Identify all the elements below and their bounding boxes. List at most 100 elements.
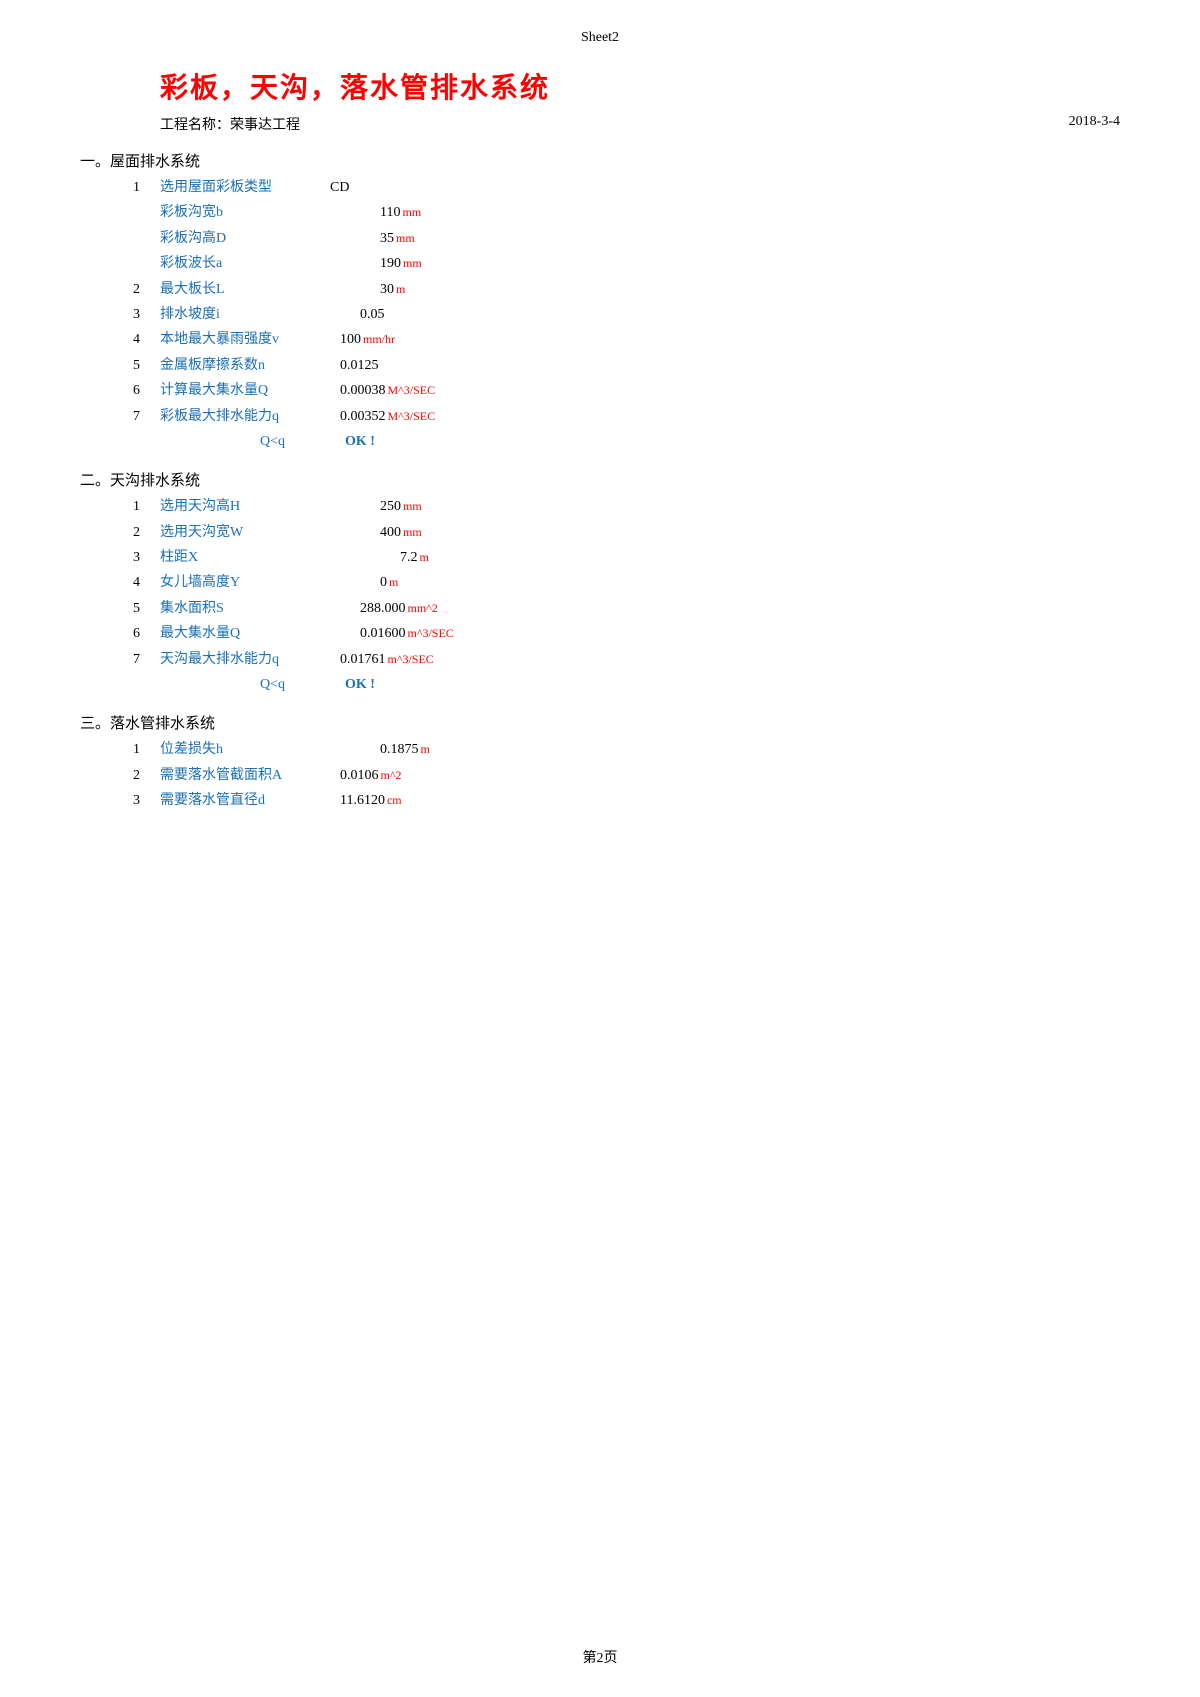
table-row: 3 柱距X 7.2 m — [100, 547, 1120, 569]
row-value: 11.6120 — [340, 790, 385, 812]
row-value: 0.05 — [360, 304, 385, 326]
row-num: 3 — [100, 790, 140, 812]
table-row: 2 需要落水管截面积A 0.0106 m^2 — [100, 765, 1120, 787]
row-value: 35 — [380, 228, 394, 250]
table-row: 5 金属板摩擦系数n 0.0125 — [100, 355, 1120, 377]
row-unit: m — [389, 573, 398, 592]
row-num: 3 — [100, 304, 140, 326]
table-row: 1 选用屋面彩板类型 CD — [100, 177, 1120, 199]
row-value: 7.2 — [400, 547, 418, 569]
project-name: 工程名称：荣事达工程 — [160, 114, 300, 134]
row-label: 排水坡度i — [160, 304, 320, 326]
table-row: 4 本地最大暴雨强度v 100 mm/hr — [100, 329, 1120, 351]
table-row: 1 位差损失h 0.1875 m — [100, 739, 1120, 761]
section1-title: 一。屋面排水系统 — [80, 150, 1120, 171]
row-value: 0.1875 — [380, 739, 419, 761]
row-unit: m^3/SEC — [388, 650, 434, 669]
row-label: 需要落水管直径d — [160, 790, 320, 812]
row-num: 1 — [100, 739, 140, 761]
table-row: 7 彩板最大排水能力q 0.00352 M^3/SEC — [100, 406, 1120, 428]
row-extra: CD — [330, 177, 349, 199]
page-footer: 第2页 — [0, 1647, 1200, 1667]
row-value: 288.000 — [360, 598, 406, 620]
main-title: 彩板，天沟，落水管排水系统 — [160, 66, 1120, 106]
table-row: 7 天沟最大排水能力q 0.01761 m^3/SEC — [100, 649, 1120, 671]
row-unit: mm — [403, 523, 422, 542]
project-info: 工程名称：荣事达工程 2018-3-4 — [160, 114, 1120, 134]
row-label: 本地最大暴雨强度v — [160, 329, 320, 351]
row-unit: mm^2 — [408, 599, 438, 618]
row-label: 集水面积S — [160, 598, 320, 620]
row-num: 7 — [100, 649, 140, 671]
section-roof: 一。屋面排水系统 1 选用屋面彩板类型 CD 彩板沟宽b 110 mm 彩板沟高… — [80, 150, 1120, 453]
table-row: 5 集水面积S 288.000 mm^2 — [100, 598, 1120, 620]
row-value: 0.0125 — [340, 355, 379, 377]
section2-content: 1 选用天沟高H 250 mm 2 选用天沟宽W 400 mm 3 柱距X 7.… — [100, 496, 1120, 696]
project-date: 2018-3-4 — [1069, 114, 1120, 134]
row-value: 0.0106 — [340, 765, 379, 787]
table-row: 彩板波长a 190 mm — [100, 253, 1120, 275]
row-value: 0.01600 — [360, 623, 406, 645]
row-num: 5 — [100, 598, 140, 620]
ok-label2: OK ! — [345, 674, 375, 696]
row-label: 选用天沟宽W — [160, 522, 320, 544]
row-value: 250 — [380, 496, 401, 518]
row-label: 彩板最大排水能力q — [160, 406, 320, 428]
row-num: 6 — [100, 623, 140, 645]
row-label: 天沟最大排水能力q — [160, 649, 320, 671]
row-label: 彩板波长a — [160, 253, 320, 275]
row-value: 190 — [380, 253, 401, 275]
table-row: 彩板沟宽b 110 mm — [100, 202, 1120, 224]
row-num: 7 — [100, 406, 140, 428]
section-pipe: 三。落水管排水系统 1 位差损失h 0.1875 m 2 需要落水管截面积A 0… — [80, 712, 1120, 812]
row-unit: M^3/SEC — [388, 381, 436, 400]
section3-content: 1 位差损失h 0.1875 m 2 需要落水管截面积A 0.0106 m^2 … — [100, 739, 1120, 812]
row-value: 0.00038 — [340, 380, 386, 402]
row-num: 4 — [100, 329, 140, 351]
row-unit: M^3/SEC — [388, 407, 436, 426]
row-num: 3 — [100, 547, 140, 569]
section1-content: 1 选用屋面彩板类型 CD 彩板沟宽b 110 mm 彩板沟高D 35 mm — [100, 177, 1120, 453]
row-label: 金属板摩擦系数n — [160, 355, 320, 377]
table-row: 3 排水坡度i 0.05 — [100, 304, 1120, 326]
row-label: 计算最大集水量Q — [160, 380, 320, 402]
table-row: 彩板沟高D 35 mm — [100, 228, 1120, 250]
row-unit: m — [420, 548, 429, 567]
row-unit: cm — [387, 791, 402, 810]
row-label: 选用屋面彩板类型 — [160, 177, 320, 199]
row-value: 0.01761 — [340, 649, 386, 671]
row-num: 2 — [100, 522, 140, 544]
row-num: 1 — [100, 496, 140, 518]
row-unit: m — [421, 740, 430, 759]
row-num: 6 — [100, 380, 140, 402]
row-label: 位差损失h — [160, 739, 320, 761]
ok-label: OK ! — [345, 431, 375, 453]
row-label: 需要落水管截面积A — [160, 765, 320, 787]
q-compare-label: Q<q — [260, 431, 285, 453]
row-unit: mm — [403, 497, 422, 516]
row-unit: mm — [402, 203, 421, 222]
row-value: 0 — [380, 572, 387, 594]
sheet-title: Sheet2 — [80, 30, 1120, 46]
row-unit: m — [396, 280, 405, 299]
row-label: 选用天沟高H — [160, 496, 320, 518]
row-value: 0.00352 — [340, 406, 386, 428]
page-container: Sheet2 彩板，天沟，落水管排水系统 工程名称：荣事达工程 2018-3-4… — [0, 0, 1200, 1697]
row-num: 4 — [100, 572, 140, 594]
row-unit: m^3/SEC — [408, 624, 454, 643]
row-label: 最大集水量Q — [160, 623, 320, 645]
table-row: 4 女儿墙高度Y 0 m — [100, 572, 1120, 594]
row-unit: mm/hr — [363, 330, 395, 349]
row-unit: m^2 — [381, 766, 402, 785]
row-unit: mm — [403, 254, 422, 273]
row-num: 2 — [100, 279, 140, 301]
table-row: 6 最大集水量Q 0.01600 m^3/SEC — [100, 623, 1120, 645]
section3-title: 三。落水管排水系统 — [80, 712, 1120, 733]
row-num: 1 — [100, 177, 140, 199]
table-row: 2 最大板长L 30 m — [100, 279, 1120, 301]
row-value: 30 — [380, 279, 394, 301]
table-row: 6 计算最大集水量Q 0.00038 M^3/SEC — [100, 380, 1120, 402]
row-label: 彩板沟宽b — [160, 202, 320, 224]
row-label: 女儿墙高度Y — [160, 572, 320, 594]
q-compare-row: Q<q OK ! — [260, 431, 1120, 453]
